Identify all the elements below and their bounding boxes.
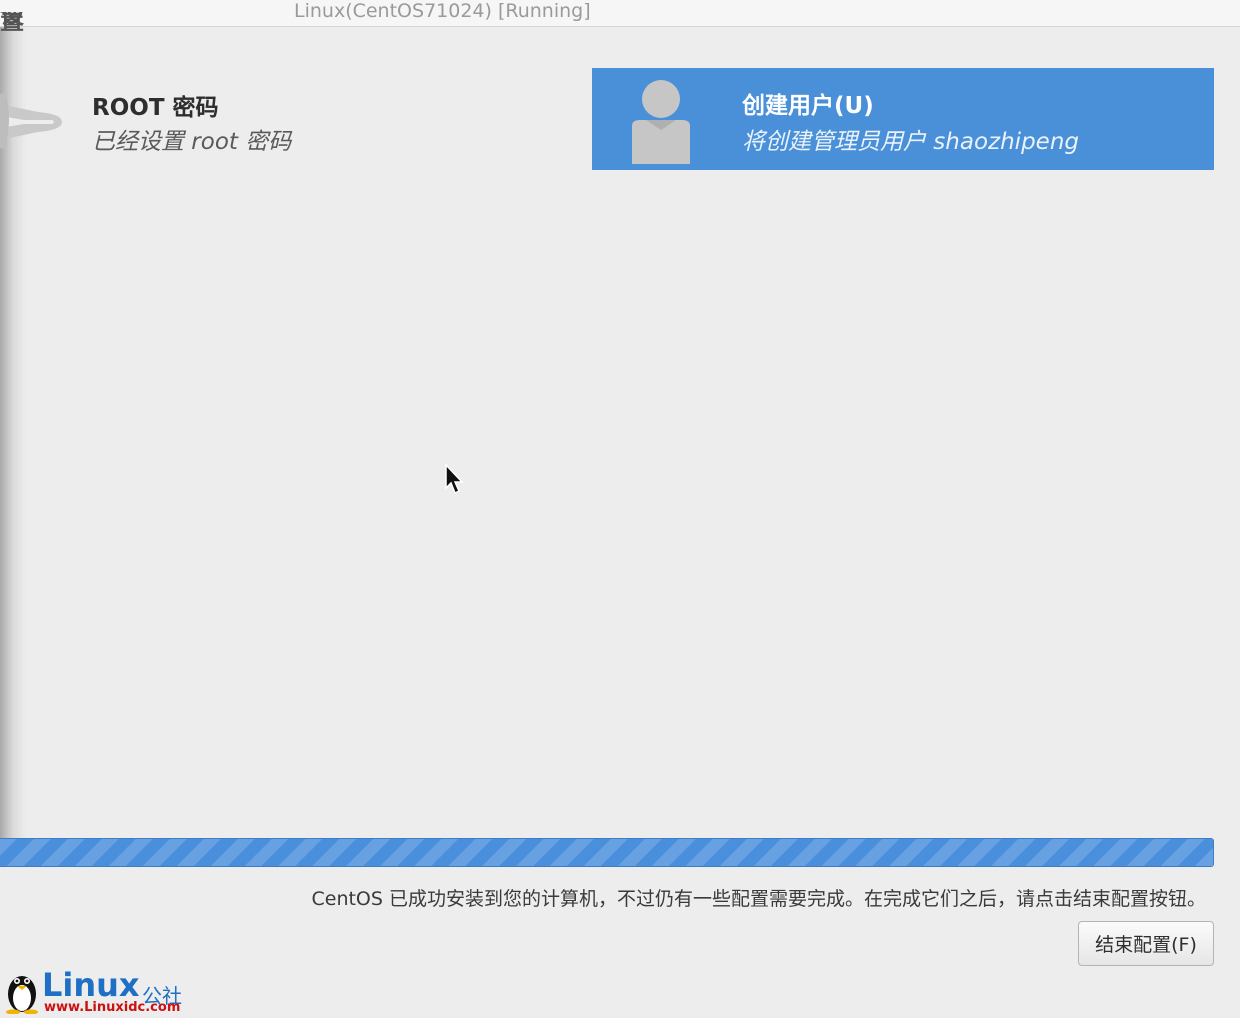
watermark-logo: Linux 公社 www.Linuxidc.com <box>4 966 204 1018</box>
cropped-heading: 设置 <box>0 12 24 32</box>
root-password-spoke[interactable]: ROOT 密码 已经设置 root 密码 <box>0 72 560 172</box>
mouse-pointer-icon <box>445 464 464 495</box>
user-creation-title: 创建用户(U) <box>742 93 874 119</box>
key-icon <box>0 92 62 150</box>
completion-message: CentOS 已成功安装到您的计算机，不过仍有一些配置需要完成。在完成它们之后，… <box>311 888 1206 910</box>
install-progress-bar <box>0 838 1214 867</box>
finish-configuration-button[interactable]: 结束配置(F) <box>1078 921 1214 966</box>
user-creation-status: 将创建管理员用户 shaozhipeng <box>742 129 1080 155</box>
progress-fill <box>0 839 1213 866</box>
window-titlebar: Linux(CentOS71024) [Running] <box>0 0 1240 27</box>
watermark-url: www.Linuxidc.com <box>44 1000 181 1015</box>
root-password-title: ROOT 密码 <box>92 95 219 121</box>
penguin-icon <box>6 976 38 1014</box>
root-password-status: 已经设置 root 密码 <box>92 129 292 155</box>
user-avatar-icon <box>632 80 690 164</box>
window-title: Linux(CentOS71024) [Running] <box>294 0 591 22</box>
watermark-brand: Linux <box>42 966 140 1004</box>
user-creation-spoke[interactable]: 创建用户(U) 将创建管理员用户 shaozhipeng <box>592 68 1214 170</box>
